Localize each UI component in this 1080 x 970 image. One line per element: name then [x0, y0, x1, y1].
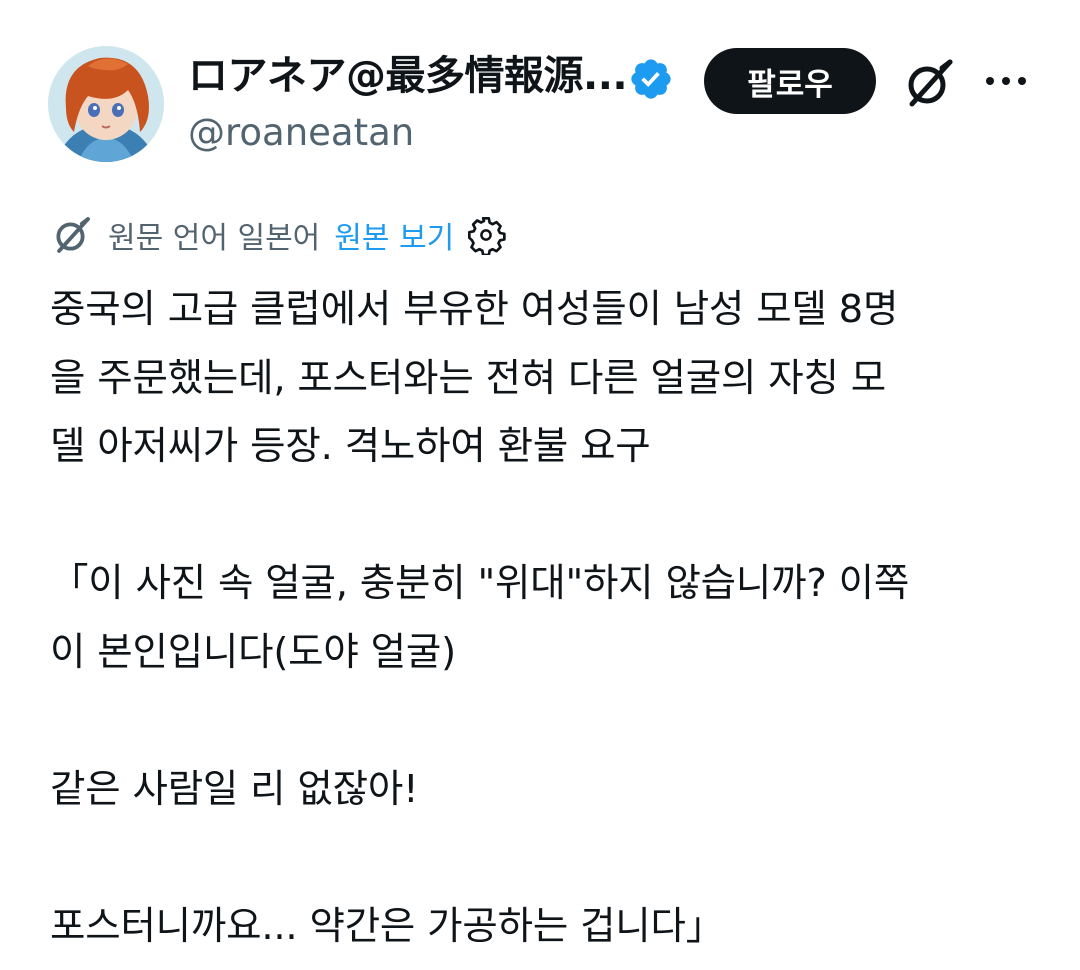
- avatar-image: [48, 46, 164, 162]
- show-original-link[interactable]: 원본 보기: [334, 213, 454, 257]
- source-language-label: 원문 언어 일본어: [108, 221, 321, 256]
- display-name[interactable]: ロアネア@最多情報源...: [188, 50, 627, 102]
- tweet-line: 중국의 고급 클럽에서 부유한 여성들이 남성 모델 8명: [50, 287, 899, 332]
- tweet-line: 이 본인입니다(도야 얼굴): [50, 629, 456, 675]
- gear-icon[interactable]: [466, 215, 506, 257]
- grok-icon[interactable]: [900, 54, 958, 112]
- tweet-line: 델 아저씨가 등장. 격노하여 환불 요구: [50, 424, 651, 469]
- user-handle[interactable]: @roaneatan: [188, 110, 414, 156]
- tweet-text: 중국의 고급 클럽에서 부유한 여성들이 남성 모델 8명 을 주문했는데, 포…: [50, 276, 1040, 961]
- translation-bar: 원문 언어 일본어 원본 보기: [50, 212, 506, 258]
- verified-badge-icon: [628, 56, 674, 102]
- more-dots-icon[interactable]: [982, 66, 1030, 96]
- tweet-line: 같은 사람일 리 없잖아!: [50, 766, 419, 812]
- tweet-line: 포스터니까요... 약간은 가공하는 겁니다」: [50, 903, 725, 949]
- tweet-line: 「이 사진 속 얼굴, 충분히 "위대"하지 않습니까? 이쪽: [50, 561, 910, 606]
- follow-button[interactable]: 팔로우: [704, 48, 876, 114]
- avatar[interactable]: [48, 46, 164, 162]
- tweet-view: ロアネア@最多情報源... @roaneatan 팔로우 원문 언어 일본어 원…: [0, 0, 1080, 970]
- grok-translate-icon: [50, 213, 94, 257]
- tweet-line: 을 주문했는데, 포스터와는 전혀 다른 얼굴의 자칭 모: [50, 355, 886, 401]
